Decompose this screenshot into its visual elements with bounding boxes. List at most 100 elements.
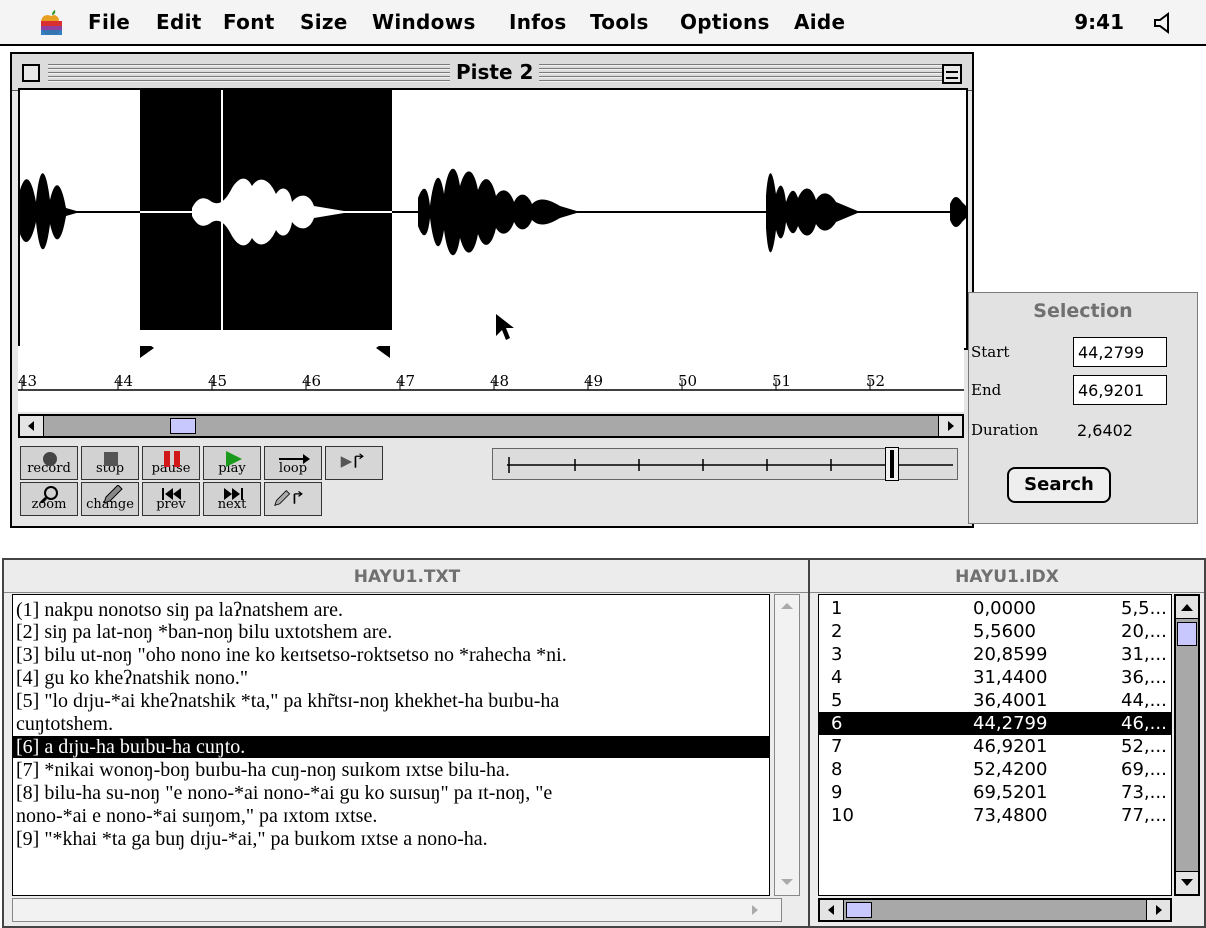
pen-arrow-icon xyxy=(274,490,303,507)
index-row[interactable]: 3 20,8599 31,... xyxy=(819,643,1171,666)
stop-button[interactable]: stop xyxy=(81,446,139,480)
transcript-line[interactable]: [8] bilu-ha su-noŋ "e nono-*ai nono-*ai … xyxy=(13,782,769,804)
index-list[interactable]: 1 0,0000 5,5... 2 5,5600 20,... 3 20,8599 31,.… xyxy=(818,594,1172,896)
selection-panel-title: Selection xyxy=(1033,300,1133,322)
transcript-line[interactable]: [7] *nikai wonoŋ-boŋ buɪbu-ha cuŋ-noŋ su… xyxy=(13,759,769,781)
menu-size[interactable]: Size xyxy=(300,10,348,34)
transcript-line[interactable]: [2] siŋ pa lat-noŋ *ban-noŋ bilu uxtotsh… xyxy=(13,621,769,643)
index-vertical-scrollbar[interactable] xyxy=(1174,594,1200,896)
index-start: 31,4400 xyxy=(973,667,1048,688)
transcript-text-area[interactable]: (1] nakpu nonotso siŋ pa laʔnatshem are.… xyxy=(12,594,770,896)
scroll-left-arrow-icon[interactable] xyxy=(820,900,844,920)
index-row[interactable]: 8 52,4200 69,... xyxy=(819,758,1171,781)
transcript-line[interactable]: (1] nakpu nonotso siŋ pa laʔnatshem are. xyxy=(13,599,769,621)
text-horizontal-scrollbar[interactable] xyxy=(12,898,782,922)
index-row[interactable]: 1 0,0000 5,5... xyxy=(819,597,1171,620)
pen-icon xyxy=(103,485,123,503)
waveform-scrollbar[interactable] xyxy=(18,414,964,438)
scroll-up-arrow-icon[interactable] xyxy=(775,595,799,615)
scroll-thumb[interactable] xyxy=(170,418,196,434)
loop-button[interactable]: loop xyxy=(264,446,322,480)
text-window-title[interactable]: HAYU1.TXT xyxy=(4,560,810,593)
menu-windows[interactable]: Windows xyxy=(372,10,476,34)
transcript-line-selected[interactable]: [6] a dɪju-ha buɪbu-ha cuŋto. xyxy=(13,736,769,758)
index-start: 52,4200 xyxy=(973,759,1048,780)
end-field[interactable]: 46,9201 xyxy=(1073,375,1167,405)
menu-infos[interactable]: Infos xyxy=(509,10,567,34)
transcript-line[interactable]: [3] bilu ut-noŋ "oho nono ine ko keɪtset… xyxy=(13,644,769,666)
menu-aide[interactable]: Aide xyxy=(794,10,845,34)
index-end: 5,5... xyxy=(1121,598,1167,619)
menu-tools[interactable]: Tools xyxy=(590,10,649,34)
search-button[interactable]: Search xyxy=(1007,467,1111,503)
end-label: End xyxy=(971,381,1002,399)
index-number: 3 xyxy=(831,644,843,665)
transcript-line[interactable]: [5] "lo dɪju-*ai kheʔnatshik *ta," pa kh… xyxy=(13,690,769,712)
scroll-down-arrow-icon[interactable] xyxy=(775,873,799,893)
start-label: Start xyxy=(971,343,1010,361)
index-number: 5 xyxy=(831,690,843,711)
index-horizontal-scrollbar[interactable] xyxy=(818,898,1172,922)
waveform-view[interactable] xyxy=(18,88,968,350)
slider-thumb[interactable] xyxy=(885,447,899,481)
pen-jump-button[interactable] xyxy=(264,482,322,516)
change-button[interactable]: change xyxy=(81,482,139,516)
speaker-icon[interactable] xyxy=(1152,12,1176,34)
zoom-box-icon[interactable] xyxy=(942,64,962,84)
scroll-thumb[interactable] xyxy=(846,902,872,918)
stop-icon xyxy=(104,452,118,466)
scroll-right-arrow-icon[interactable] xyxy=(1146,900,1170,920)
play-to-end-button[interactable] xyxy=(325,446,383,480)
menu-font[interactable]: Font xyxy=(223,10,275,34)
index-number: 10 xyxy=(831,805,854,826)
zoom-button[interactable]: zoom xyxy=(20,482,78,516)
index-start: 0,0000 xyxy=(973,598,1036,619)
index-row[interactable]: 7 46,9201 52,... xyxy=(819,735,1171,758)
index-start: 46,9201 xyxy=(973,736,1048,757)
menu-clock[interactable]: 9:41 xyxy=(1074,10,1124,34)
mouse-cursor-icon xyxy=(496,314,514,340)
pause-button[interactable]: pause xyxy=(142,446,200,480)
track-window-titlebar[interactable]: Piste 2 xyxy=(12,54,972,91)
index-row[interactable]: 10 73,4800 77,... xyxy=(819,804,1171,827)
transcript-line[interactable]: [4] gu ko kheʔnatshik nono." xyxy=(13,667,769,689)
next-button[interactable]: next xyxy=(203,482,261,516)
menu-options[interactable]: Options xyxy=(680,10,770,34)
index-number: 7 xyxy=(831,736,843,757)
scroll-up-arrow-icon[interactable] xyxy=(1176,596,1198,619)
index-row[interactable]: 4 31,4400 36,... xyxy=(819,666,1171,689)
scroll-down-arrow-icon[interactable] xyxy=(1176,871,1198,894)
scroll-thumb[interactable] xyxy=(1177,622,1197,646)
record-button[interactable]: record xyxy=(20,446,78,480)
play-button[interactable]: play xyxy=(203,446,261,480)
index-row[interactable]: 2 5,5600 20,... xyxy=(819,620,1171,643)
index-start: 5,5600 xyxy=(973,621,1036,642)
start-field[interactable]: 44,2799 xyxy=(1073,337,1167,367)
transcript-line[interactable]: [9] "*khai *ta ga buŋ dɪju-*ai," pa buɪk… xyxy=(13,828,769,850)
index-start: 69,5201 xyxy=(973,782,1048,803)
prev-button[interactable]: prev xyxy=(142,482,200,516)
menu-edit[interactable]: Edit xyxy=(156,10,202,34)
duration-label: Duration xyxy=(971,421,1039,439)
position-slider[interactable] xyxy=(492,447,958,481)
transcript-line[interactable]: nono-*ai e nono-*ai suɪŋom," pa ɪxtom ɪx… xyxy=(13,805,769,827)
loop-arrow-icon xyxy=(279,454,310,464)
index-row[interactable]: 5 36,4001 44,... xyxy=(819,689,1171,712)
index-row[interactable]: 9 69,5201 73,... xyxy=(819,781,1171,804)
apple-menu-icon[interactable] xyxy=(38,8,64,36)
index-number: 6 xyxy=(831,713,843,734)
index-window-title[interactable]: HAYU1.IDX xyxy=(810,560,1204,593)
index-number: 8 xyxy=(831,759,843,780)
index-number: 9 xyxy=(831,782,843,803)
time-ruler: 43 44 45 46 47 48 49 50 51 52 xyxy=(18,346,964,412)
scroll-right-arrow-icon[interactable] xyxy=(743,899,767,921)
scroll-right-arrow-icon[interactable] xyxy=(938,416,962,436)
track-window-title: Piste 2 xyxy=(450,60,540,84)
close-box-icon[interactable] xyxy=(22,64,40,82)
menu-file[interactable]: File xyxy=(88,10,130,34)
play-to-end-icon xyxy=(340,453,364,468)
text-vertical-scrollbar[interactable] xyxy=(774,594,800,896)
transcript-line[interactable]: cuŋtotshem. xyxy=(13,713,769,735)
scroll-left-arrow-icon[interactable] xyxy=(20,416,44,436)
index-row-selected[interactable]: 6 44,2799 46,... xyxy=(819,712,1171,735)
